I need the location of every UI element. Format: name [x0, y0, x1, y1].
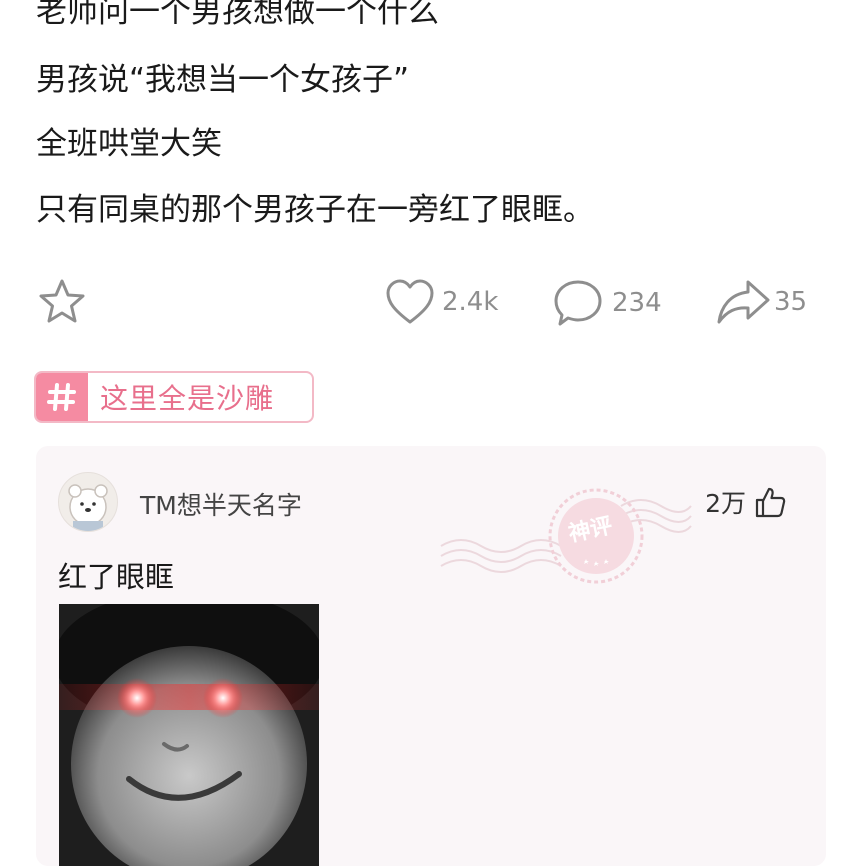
post-line-1: 老师问一个男孩想做一个什么	[36, 0, 439, 30]
topic-tag-label: 这里全是沙雕	[100, 382, 275, 415]
top-comment-card: TM想半天名字 神评 2万 红了眼眶	[36, 446, 826, 866]
comment-bubble-icon	[554, 280, 602, 326]
comment-username[interactable]: TM想半天名字	[140, 486, 302, 522]
like-count: 2.4k	[442, 287, 499, 317]
avatar[interactable]	[58, 472, 118, 532]
star-icon	[39, 279, 85, 323]
topic-tag[interactable]: 这里全是沙雕	[34, 371, 314, 423]
thumbs-up-icon	[755, 487, 786, 518]
hot-comment-stamp: 神评	[436, 476, 696, 590]
share-arrow-icon	[717, 280, 770, 324]
like-button[interactable]: 2.4k	[384, 278, 498, 326]
comment-count: 234	[612, 288, 662, 318]
hashtag-icon	[36, 373, 88, 421]
share-count: 35	[774, 287, 808, 317]
share-button[interactable]: 35	[716, 278, 807, 326]
post-line-4: 只有同桌的那个男孩子在一旁红了眼眶。	[36, 192, 594, 228]
comment-image[interactable]	[59, 604, 319, 866]
comment-like-count: 2万	[705, 489, 746, 518]
favorite-button[interactable]	[36, 276, 88, 328]
comment-text: 红了眼眶	[58, 560, 175, 594]
post-line-2: 男孩说“我想当一个女孩子”	[36, 62, 410, 98]
action-bar: 2.4k 234 35	[0, 274, 859, 334]
post-line-3: 全班哄堂大笑	[36, 126, 222, 162]
comment-button[interactable]: 234	[552, 278, 662, 328]
comment-like-button[interactable]: 2万	[705, 484, 786, 520]
heart-icon	[386, 279, 434, 324]
